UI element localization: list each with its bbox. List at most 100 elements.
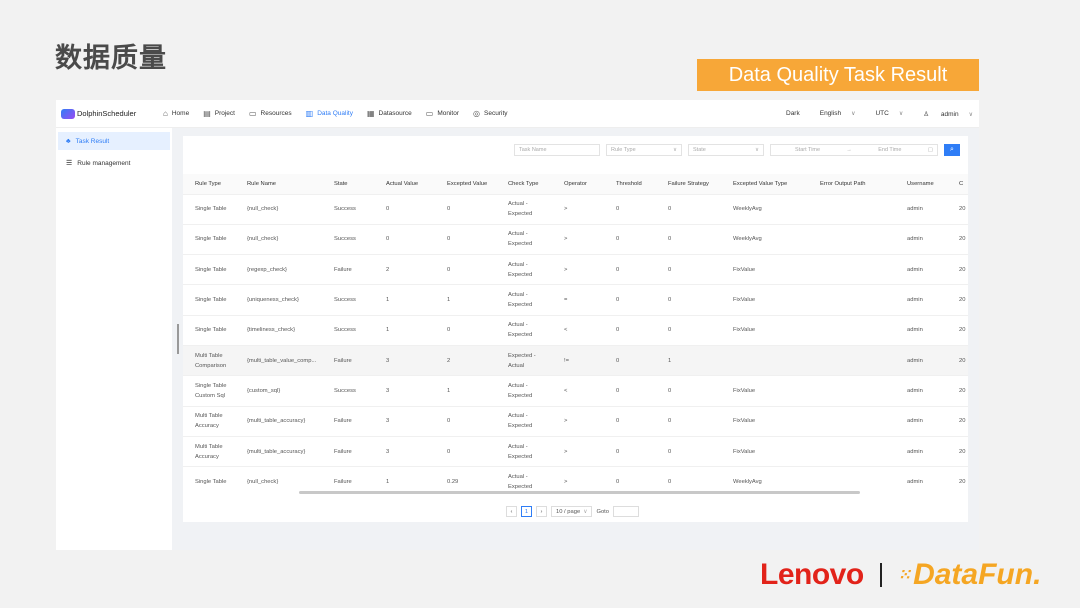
nav-security[interactable]: ◎ Security [473,109,507,118]
cell: 2 [435,344,496,376]
cell: 0 [656,223,721,255]
cell [808,314,895,346]
prev-page-button[interactable]: ‹ [506,506,517,517]
cell: = [552,284,604,316]
table-body: Single Table {null_check} Success 0 0 Actual … [183,193,968,494]
cell: Single Table Custom Sql [183,375,235,407]
app-window: DolphinScheduler ⌂ Home ▤ Project ▭ Resourc… [56,100,979,550]
table-row: Multi Table Accuracy {multi_table_accurac… [183,405,968,437]
home-icon: ⌂ [163,109,168,118]
nav-monitor[interactable]: ▭ Monitor [426,109,459,118]
rule-type-select[interactable]: Rule Type ∨ [606,144,682,156]
cell: < [552,314,604,346]
cell: 0 [604,254,656,285]
date-range-picker[interactable]: Start Time → End Time ▢ [770,144,938,156]
top-nav: DolphinScheduler ⌂ Home ▤ Project ▭ Resourc… [56,100,979,128]
cell: FixValue [721,435,808,467]
cell: 2 [374,254,435,285]
cell: Actual - Expected [496,284,552,316]
task-name-input[interactable]: Task Name [514,144,600,156]
task-result-icon: ♣ [66,137,71,145]
goto-label: Goto [596,508,610,515]
cell: 0 [435,223,496,255]
cell: 3 [374,375,435,407]
col-failure-strategy: Failure Strategy [656,174,721,194]
cell: 1 [435,284,496,316]
cell: 3 [374,344,435,376]
brand-logo[interactable]: DolphinScheduler [61,108,149,119]
cell: 0 [604,193,656,225]
nav-security-label: Security [484,110,508,117]
state-select[interactable]: State ∨ [688,144,764,156]
cell: Actual - Expected [496,375,552,407]
user-menu[interactable]: ♙ admin ∨ [913,110,973,118]
cell [808,435,895,467]
task-name-placeholder: Task Name [519,147,547,153]
end-time-placeholder: End Time [878,147,902,153]
language-select[interactable]: English ∨ [810,110,856,117]
cell: > [552,223,604,255]
cell: Failure [322,254,374,285]
cell: 0 [435,405,496,437]
cell: 0 [604,284,656,316]
cell: 1 [656,344,721,376]
cell: Single Table [183,193,235,225]
nav-home[interactable]: ⌂ Home [163,109,189,118]
cell: 0 [435,193,496,225]
cell: 0 [656,193,721,225]
cell: 0 [374,223,435,255]
cell: 3 [374,405,435,437]
nav-home-label: Home [171,110,190,117]
cell: > [552,254,604,285]
nav-datasource[interactable]: ▦ Datasource [367,109,412,118]
sidebar-item-rule-management[interactable]: ☰ Rule management [58,154,170,172]
cell: 1 [374,314,435,346]
nav-data-quality[interactable]: ▥ Data Quality [306,109,353,118]
horizontal-scrollbar[interactable] [299,491,860,494]
cell: 20 [947,314,968,346]
filter-bar: Task Name Rule Type ∨ State ∨ Start Time → E… [508,144,960,156]
cell: Single Table [183,223,235,255]
start-time-placeholder: Start Time [795,147,821,153]
timezone-select[interactable]: UTC ∨ [865,110,903,117]
cell: admin [895,284,947,316]
theme-toggle[interactable]: Dark [786,110,800,117]
nav-resources[interactable]: ▭ Resources [249,109,292,118]
user-label: admin [940,110,959,118]
col-operator: Operator [552,174,604,194]
monitor-icon: ▭ [425,109,434,118]
cell: 0 [604,314,656,346]
table-row: Single Table {timeliness_check} Success 1 0 A… [183,314,968,346]
page-number-button[interactable]: 1 [521,506,532,517]
cell: 0 [656,314,721,346]
cell [808,405,895,437]
cell: Actual - Expected [496,314,552,346]
sidebar-item-task-result[interactable]: ♣ Task Result [58,132,170,150]
cell: admin [895,466,947,494]
cell: 1 [374,466,435,494]
search-button[interactable]: ⌕ [944,144,960,156]
cell: 0 [656,375,721,407]
cell: 20 [947,344,968,376]
goto-input[interactable] [613,506,640,517]
page-size-select[interactable]: 10 / page ∨ [551,506,593,517]
page-size-label: 10 / page [556,508,581,515]
col-rule-name: Rule Name [235,174,322,194]
logo-divider [879,563,882,587]
nav-project[interactable]: ▤ Project [203,109,235,118]
cell: Success [322,375,374,407]
search-icon: ⌕ [950,146,954,153]
next-page-button[interactable]: › [536,506,547,517]
cell [808,223,895,255]
nav-data-quality-label: Data Quality [317,110,353,117]
cell: 1 [374,284,435,316]
vertical-scrollbar[interactable] [177,324,179,354]
state-placeholder: State [693,147,706,153]
cell: < [552,375,604,407]
cell: 0 [656,435,721,467]
cell: 3 [374,435,435,467]
cell: 20 [947,405,968,437]
cell: 0 [604,375,656,407]
cell: WeeklyAvg [721,466,808,494]
cell: WeeklyAvg [721,223,808,255]
